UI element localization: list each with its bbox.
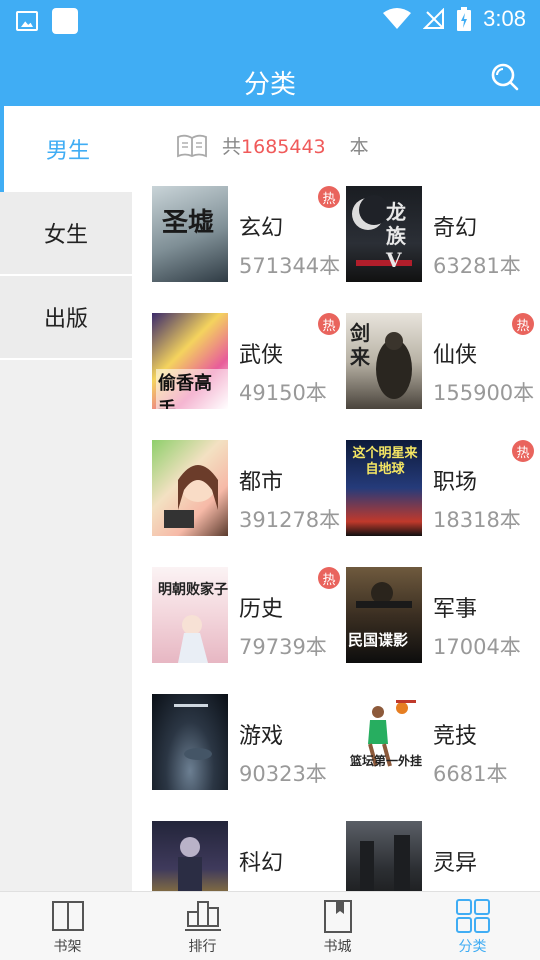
category-count: 63281本 [433, 254, 521, 278]
nav-label: 分类 [458, 939, 487, 955]
total-count-row: 共1685443 本 [176, 132, 369, 159]
category-count: 155900本 [433, 381, 535, 405]
book-cover: 圣墟 [152, 186, 228, 282]
book-cover-title: 篮坛第一外挂 [350, 754, 422, 768]
nav-label: 排行 [188, 939, 217, 955]
total-suffix: 本 [349, 136, 369, 158]
category-name: 历史 [239, 597, 284, 622]
nav-item-category[interactable]: 分类 [405, 892, 540, 960]
category-count: 79739本 [239, 635, 327, 659]
category-cell-junshi[interactable]: 民国谍影 军事 17004本 [346, 567, 540, 677]
bottom-nav: 书架 排行 书城 分类 [0, 891, 540, 960]
nav-label: 书架 [53, 939, 82, 955]
category-count: 6681本 [433, 762, 508, 786]
category-count: 90323本 [239, 762, 327, 786]
status-bar: 3:08 [0, 0, 540, 40]
category-cell-qihuan[interactable]: 龙族V 奇幻 63281本 [346, 186, 540, 296]
hot-badge: 热 [318, 186, 340, 208]
category-cell-kehuan[interactable]: 科幻 [152, 821, 346, 891]
battery-charging-icon [457, 7, 472, 31]
book-cover [152, 821, 228, 891]
category-name: 奇幻 [433, 216, 478, 241]
app-notification-icon [52, 8, 78, 34]
sidebar-item-female[interactable]: 女生 [0, 192, 132, 276]
category-name: 玄幻 [239, 216, 284, 241]
sidebar-item-publish[interactable]: 出版 [0, 276, 132, 360]
book-cover-title: 偷香高手 [156, 369, 228, 409]
category-name: 仙侠 [433, 343, 478, 368]
no-signal-icon [423, 8, 445, 29]
book-cover-title: 圣墟 [162, 208, 215, 238]
book-cover [346, 821, 422, 891]
category-cell-xianxia[interactable]: 剑来 仙侠 155900本 热 [346, 313, 540, 423]
category-count: 391278本 [239, 508, 341, 532]
category-sidebar: 男生 女生 出版 [0, 106, 132, 891]
book-cover: 民国谍影 [346, 567, 422, 663]
category-cell-wuxia[interactable]: 偷香高手 武侠 49150本 热 [152, 313, 346, 423]
category-name: 军事 [433, 597, 478, 622]
category-cell-youxi[interactable]: 游戏 90323本 [152, 694, 346, 804]
category-cell-lingyi[interactable]: 灵异 [346, 821, 540, 891]
wifi-icon [383, 8, 412, 29]
total-count-text: 共1685443 本 [222, 132, 369, 159]
hot-badge: 热 [512, 313, 534, 335]
category-name: 灵异 [433, 851, 478, 876]
book-cover-title: 这个明星来自地球 [352, 446, 418, 477]
category-count: 49150本 [239, 381, 327, 405]
category-content: 共1685443 本 圣墟 玄幻 571344本 热 龙族V 奇幻 63281本 … [132, 106, 540, 891]
nav-item-ranking[interactable]: 排行 [135, 892, 270, 960]
category-cell-lishi[interactable]: 明朝败家子 历史 79739本 热 [152, 567, 346, 677]
nav-item-bookstore[interactable]: 书城 [270, 892, 405, 960]
category-count: 18318本 [433, 508, 521, 532]
open-book-icon [177, 134, 207, 157]
category-name: 职场 [433, 470, 478, 495]
nav-label: 书城 [323, 939, 352, 955]
hot-badge: 热 [512, 440, 534, 462]
book-cover [152, 694, 228, 790]
bookshelf-icon [51, 901, 84, 931]
book-cover-title: 龙族V [386, 200, 406, 272]
category-cell-xuanhuan[interactable]: 圣墟 玄幻 571344本 热 [152, 186, 346, 296]
book-cover: 龙族V [346, 186, 422, 282]
book-cover: 这个明星来自地球 [346, 440, 422, 536]
book-cover-title: 民国谍影 [348, 631, 409, 649]
category-cell-jingji[interactable]: 篮坛第一外挂 竞技 6681本 [346, 694, 540, 804]
category-count: 571344本 [239, 254, 341, 278]
total-prefix: 共 [222, 136, 242, 158]
category-count: 17004本 [433, 635, 521, 659]
category-name: 竞技 [433, 724, 478, 749]
total-count-number: 1685443 [241, 136, 326, 158]
ranking-icon [184, 901, 221, 931]
nav-item-bookshelf[interactable]: 书架 [0, 892, 135, 960]
category-cell-zhichang[interactable]: 这个明星来自地球 职场 18318本 热 [346, 440, 540, 550]
category-cell-dushi[interactable]: 都市 391278本 [152, 440, 346, 550]
book-cover: 明朝败家子 [152, 567, 228, 663]
category-icon [455, 899, 490, 933]
category-name: 都市 [239, 470, 284, 495]
image-notification-icon [16, 11, 38, 31]
book-cover: 篮坛第一外挂 [346, 694, 422, 790]
clock: 3:08 [483, 6, 526, 31]
search-icon[interactable] [490, 62, 520, 92]
book-cover: 剑来 [346, 313, 422, 409]
bookstore-icon [323, 900, 352, 933]
page-title: 分类 [243, 70, 296, 100]
category-name: 科幻 [239, 851, 284, 876]
app-header: 分类 [0, 40, 540, 106]
sidebar-item-male[interactable]: 男生 [0, 106, 132, 192]
hot-badge: 热 [318, 313, 340, 335]
book-cover [152, 440, 228, 536]
category-name: 武侠 [239, 343, 284, 368]
book-cover: 偷香高手 [152, 313, 228, 409]
hot-badge: 热 [318, 567, 340, 589]
category-name: 游戏 [239, 724, 284, 749]
